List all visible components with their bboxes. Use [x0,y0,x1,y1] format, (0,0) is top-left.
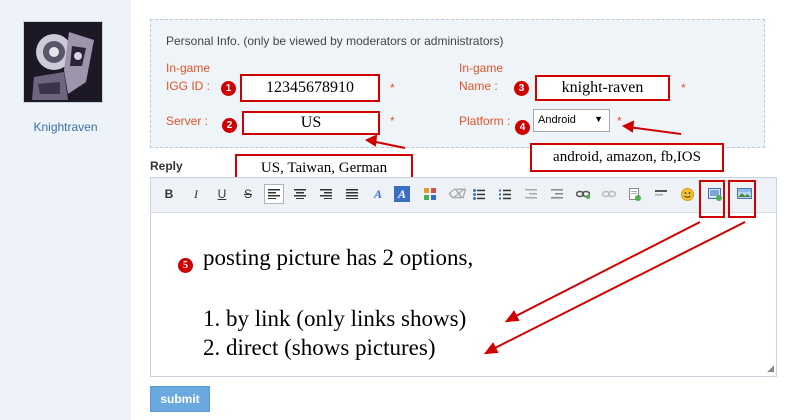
unlink-icon [602,190,616,198]
post-form: Personal Info. (only be viewed by modera… [131,0,785,420]
platform-select[interactable]: Android ▼ [533,109,610,132]
resize-handle[interactable]: ◢ [767,363,774,374]
annotation-badge-2: 2 [222,118,237,133]
submit-button[interactable]: submit [150,386,210,412]
igg-id-label-top: In-game [166,61,211,75]
outdent-button[interactable] [521,184,541,204]
content-line-2: 1. by link (only links shows) [203,306,467,331]
align-right-button[interactable] [316,184,336,204]
font-color-button[interactable]: A [368,184,388,204]
smiley-button[interactable] [677,184,697,204]
align-center-icon [294,189,306,199]
chevron-down-icon: ▼ [594,114,603,124]
clear-format-button[interactable]: ⌫ [446,184,466,204]
annotation-badge-3: 3 [514,81,529,96]
insert-link-button[interactable] [573,184,593,204]
platform-label: Platform : [459,114,511,128]
horizontal-rule-icon [655,190,667,196]
server-select[interactable]: US [242,111,380,135]
required-mark: * [681,81,686,95]
unlink-button[interactable] [599,184,619,204]
annotation-badge-5: 5 [178,258,193,273]
name-label: Name : [459,79,498,93]
platform-select-value: Android [538,114,576,126]
indent-icon [551,189,563,199]
annotation-badge-1: 1 [221,81,236,96]
link-icon [576,190,590,199]
reply-label: Reply [150,159,183,173]
content-line-1: posting picture has 2 options, [203,245,474,270]
bullet-list-button[interactable] [469,184,489,204]
required-mark: * [390,114,395,128]
igg-id-label: IGG ID : [166,79,211,93]
outdent-icon [525,189,537,199]
indent-button[interactable] [547,184,567,204]
content-line-3: 2. direct (shows pictures) [203,335,436,360]
editor-content[interactable]: 5 posting picture has 2 options, 1. by l… [151,212,776,376]
eraser-icon: ⌫ [447,186,465,201]
align-center-button[interactable] [290,184,310,204]
numbered-list-button[interactable] [495,184,515,204]
background-color-button[interactable]: A [394,186,410,202]
required-mark: * [617,114,622,128]
underline-button[interactable]: U [212,184,232,204]
document-add-icon [629,187,641,201]
username[interactable]: Knightraven [0,120,131,134]
personal-info-title: Personal Info. (only be viewed by modera… [166,34,504,48]
emoticon-grid-button[interactable] [420,184,440,204]
editor-toolbar: B I U S A A ⌫ [151,178,776,213]
reply-editor: B I U S A A ⌫ 5 posting picture has 2 op… [150,177,777,377]
author-sidebar: Knightraven [0,0,132,420]
align-left-button[interactable] [264,184,284,204]
avatar[interactable] [23,21,103,103]
align-right-icon [320,189,332,199]
smiley-icon [680,187,694,201]
highlight-image-link [699,180,725,218]
align-left-icon [268,189,280,199]
required-mark: * [390,81,395,95]
italic-button[interactable]: I [186,184,206,204]
highlight-upload-image [728,180,756,218]
server-label: Server : [166,114,209,128]
igg-id-input[interactable]: 12345678910 [240,74,380,102]
horizontal-rule-button[interactable] [651,184,671,204]
grid-icon [424,188,436,200]
bold-button[interactable]: B [159,184,179,204]
bullet-list-icon [473,188,485,200]
name-label-top: In-game [459,61,504,75]
justify-button[interactable] [342,184,362,204]
in-game-name-input[interactable]: knight-raven [535,75,670,101]
personal-info-panel: Personal Info. (only be viewed by modera… [150,19,765,148]
strikethrough-button[interactable]: S [238,184,258,204]
numbered-list-icon [499,189,511,199]
justify-icon [346,189,358,199]
annotation-badge-4: 4 [515,120,530,135]
insert-attachment-button[interactable] [625,184,645,204]
platform-options-callout: android, amazon, fb,IOS [530,143,724,172]
